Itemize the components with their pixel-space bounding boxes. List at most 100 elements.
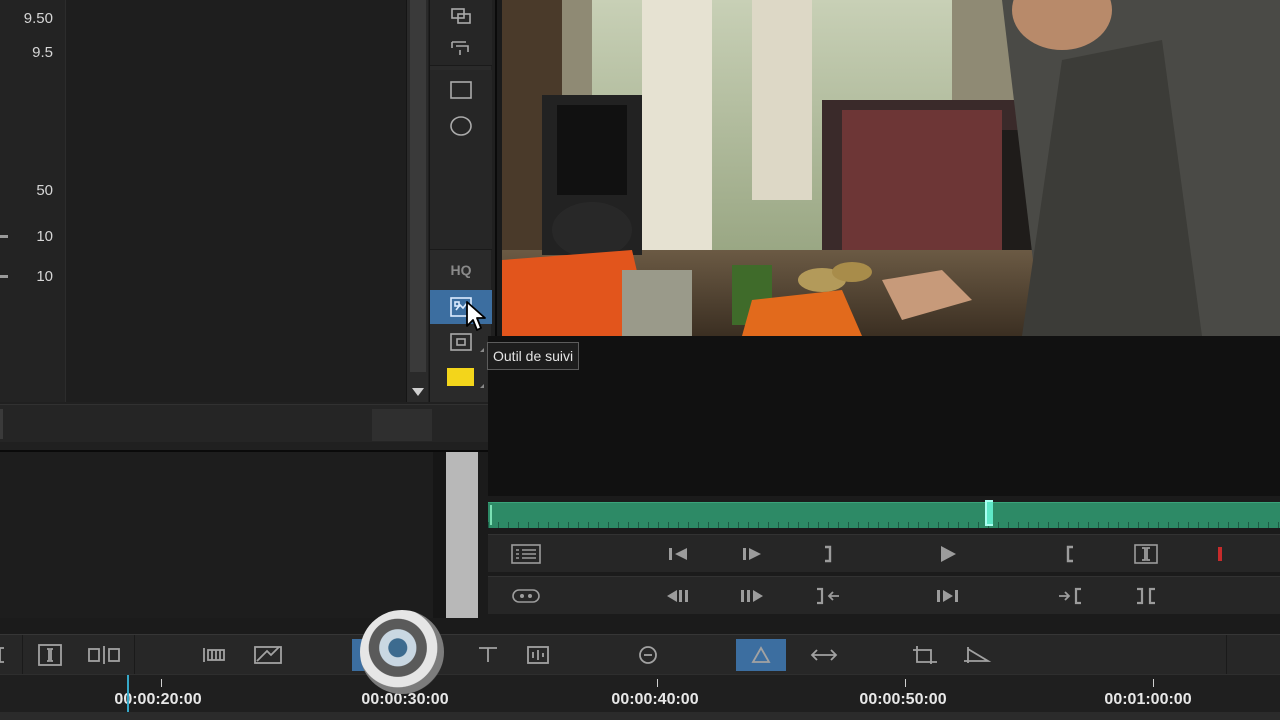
viewer-background — [488, 336, 1280, 496]
split-icon — [38, 644, 62, 666]
record-indicator — [1218, 547, 1222, 561]
split-clip-icon — [1134, 544, 1158, 564]
property-value[interactable]: 10 — [36, 268, 53, 285]
ruler-tick — [1153, 679, 1154, 687]
play-button[interactable] — [928, 535, 968, 573]
keyframe-button[interactable] — [958, 639, 994, 671]
jump-out-icon — [817, 587, 839, 605]
crop-icon — [913, 646, 937, 664]
mask-frame-button[interactable] — [446, 328, 476, 356]
video-frame-image — [502, 0, 1280, 336]
rectangle-tool-button[interactable] — [446, 76, 476, 104]
ellipse-icon — [450, 116, 472, 136]
properties-footer — [0, 404, 495, 442]
property-value[interactable]: 9.5 — [32, 44, 53, 61]
hq-toggle[interactable]: HQ — [430, 262, 492, 278]
go-to-end-button[interactable] — [732, 577, 772, 615]
ruler-label: 00:00:40:00 — [611, 691, 699, 708]
go-to-in-button[interactable] — [1050, 577, 1090, 615]
property-value[interactable]: 50 — [36, 182, 53, 199]
properties-scrollbar[interactable] — [406, 0, 428, 402]
tooltip: Outil de suivi — [487, 342, 580, 370]
audio-icon — [527, 646, 549, 664]
bracket-icon — [0, 647, 4, 663]
rewind-icon — [667, 590, 688, 602]
image-edit-icon — [254, 646, 282, 664]
step-forward-icon — [743, 548, 761, 560]
go-to-start-button[interactable] — [658, 577, 698, 615]
ripple-icon — [88, 646, 120, 664]
toolbar-bracket-button[interactable] — [0, 639, 20, 671]
text-tool-button[interactable] — [470, 639, 506, 671]
fast-forward-icon — [741, 590, 763, 602]
timeline-ruler[interactable]: 00:00:20:00 00:00:30:00 00:00:40:00 00:0… — [0, 674, 1280, 720]
clip-scrubber-bar[interactable] — [488, 500, 1280, 528]
audio-tool-button[interactable] — [520, 639, 556, 671]
ellipse-tool-button[interactable] — [446, 112, 476, 140]
scrubber-playhead[interactable] — [985, 500, 993, 526]
property-editor-area — [66, 0, 406, 402]
fx-tool-button[interactable] — [630, 639, 666, 671]
crop-tool-button[interactable] — [908, 639, 944, 671]
clip-list-button[interactable] — [506, 535, 546, 573]
next-edit-button[interactable] — [928, 577, 968, 615]
mouse-cursor-icon — [466, 301, 486, 331]
transition-icon — [810, 649, 838, 661]
rectangle-icon — [450, 81, 472, 99]
video-preview[interactable] — [502, 0, 1280, 336]
ruler-label: 00:00:30:00 — [361, 691, 449, 708]
video-editor-window: 9.50 9.5 50 10 10 HQ Outil de suivi 00:0… — [0, 0, 1280, 720]
previous-frame-button[interactable] — [658, 535, 698, 573]
transition-button[interactable] — [806, 639, 842, 671]
layer-stack-icon — [451, 8, 471, 24]
layer-front-button[interactable] — [446, 2, 476, 30]
loop-button[interactable] — [506, 577, 546, 615]
footer-edge — [0, 409, 3, 439]
split-clip-button[interactable] — [32, 639, 68, 671]
go-to-out-button[interactable] — [808, 577, 848, 615]
color-swatch[interactable] — [447, 368, 474, 386]
split-button[interactable] — [1126, 535, 1166, 573]
slider-marker[interactable] — [0, 275, 8, 278]
scrollbar-thumb[interactable] — [410, 0, 426, 372]
ruler-tick — [905, 679, 906, 687]
property-value[interactable]: 9.50 — [24, 10, 53, 27]
toolbar-separator — [22, 635, 23, 675]
mark-out-icon — [825, 545, 832, 563]
ruler-track-strip — [0, 712, 1280, 720]
layer-tools-group — [430, 0, 492, 66]
property-value[interactable]: 10 — [36, 228, 53, 245]
trim-button[interactable] — [1126, 577, 1166, 615]
step-back-icon — [669, 548, 687, 560]
text-icon — [479, 647, 497, 662]
timeline-selected-tool[interactable] — [352, 639, 388, 671]
mark-out-button[interactable] — [808, 535, 848, 573]
ruler-label: 00:00:50:00 — [859, 691, 947, 708]
track-icon — [203, 648, 225, 662]
mark-in-icon — [1066, 545, 1073, 563]
timeline-toolbar — [0, 634, 1280, 675]
frame-icon — [450, 333, 472, 351]
toolbar-separator — [134, 635, 135, 675]
next-frame-button[interactable] — [732, 535, 772, 573]
scroll-down-icon[interactable] — [412, 388, 424, 396]
mark-in-button[interactable] — [1050, 535, 1090, 573]
jump-in-icon — [1059, 587, 1081, 605]
slider-marker[interactable] — [0, 235, 8, 238]
insert-track-button[interactable] — [196, 639, 232, 671]
transport-controls-secondary — [488, 576, 1280, 614]
snapshot-button[interactable] — [250, 639, 286, 671]
in-point-marker[interactable] — [490, 505, 492, 525]
motion-tracking-button[interactable] — [736, 639, 786, 671]
next-edit-icon — [937, 590, 958, 602]
property-values-column: 9.50 9.5 50 10 10 — [0, 0, 66, 402]
layer-back-button[interactable] — [446, 34, 476, 62]
panel-resize-handle[interactable] — [446, 452, 478, 618]
panel-divider — [433, 452, 446, 618]
select-tool-icon — [362, 649, 378, 662]
trim-icon — [1137, 587, 1155, 605]
loop-icon — [512, 589, 540, 603]
footer-button[interactable] — [372, 409, 432, 441]
ripple-edit-button[interactable] — [86, 639, 122, 671]
scrubber-ticks — [488, 522, 1280, 528]
